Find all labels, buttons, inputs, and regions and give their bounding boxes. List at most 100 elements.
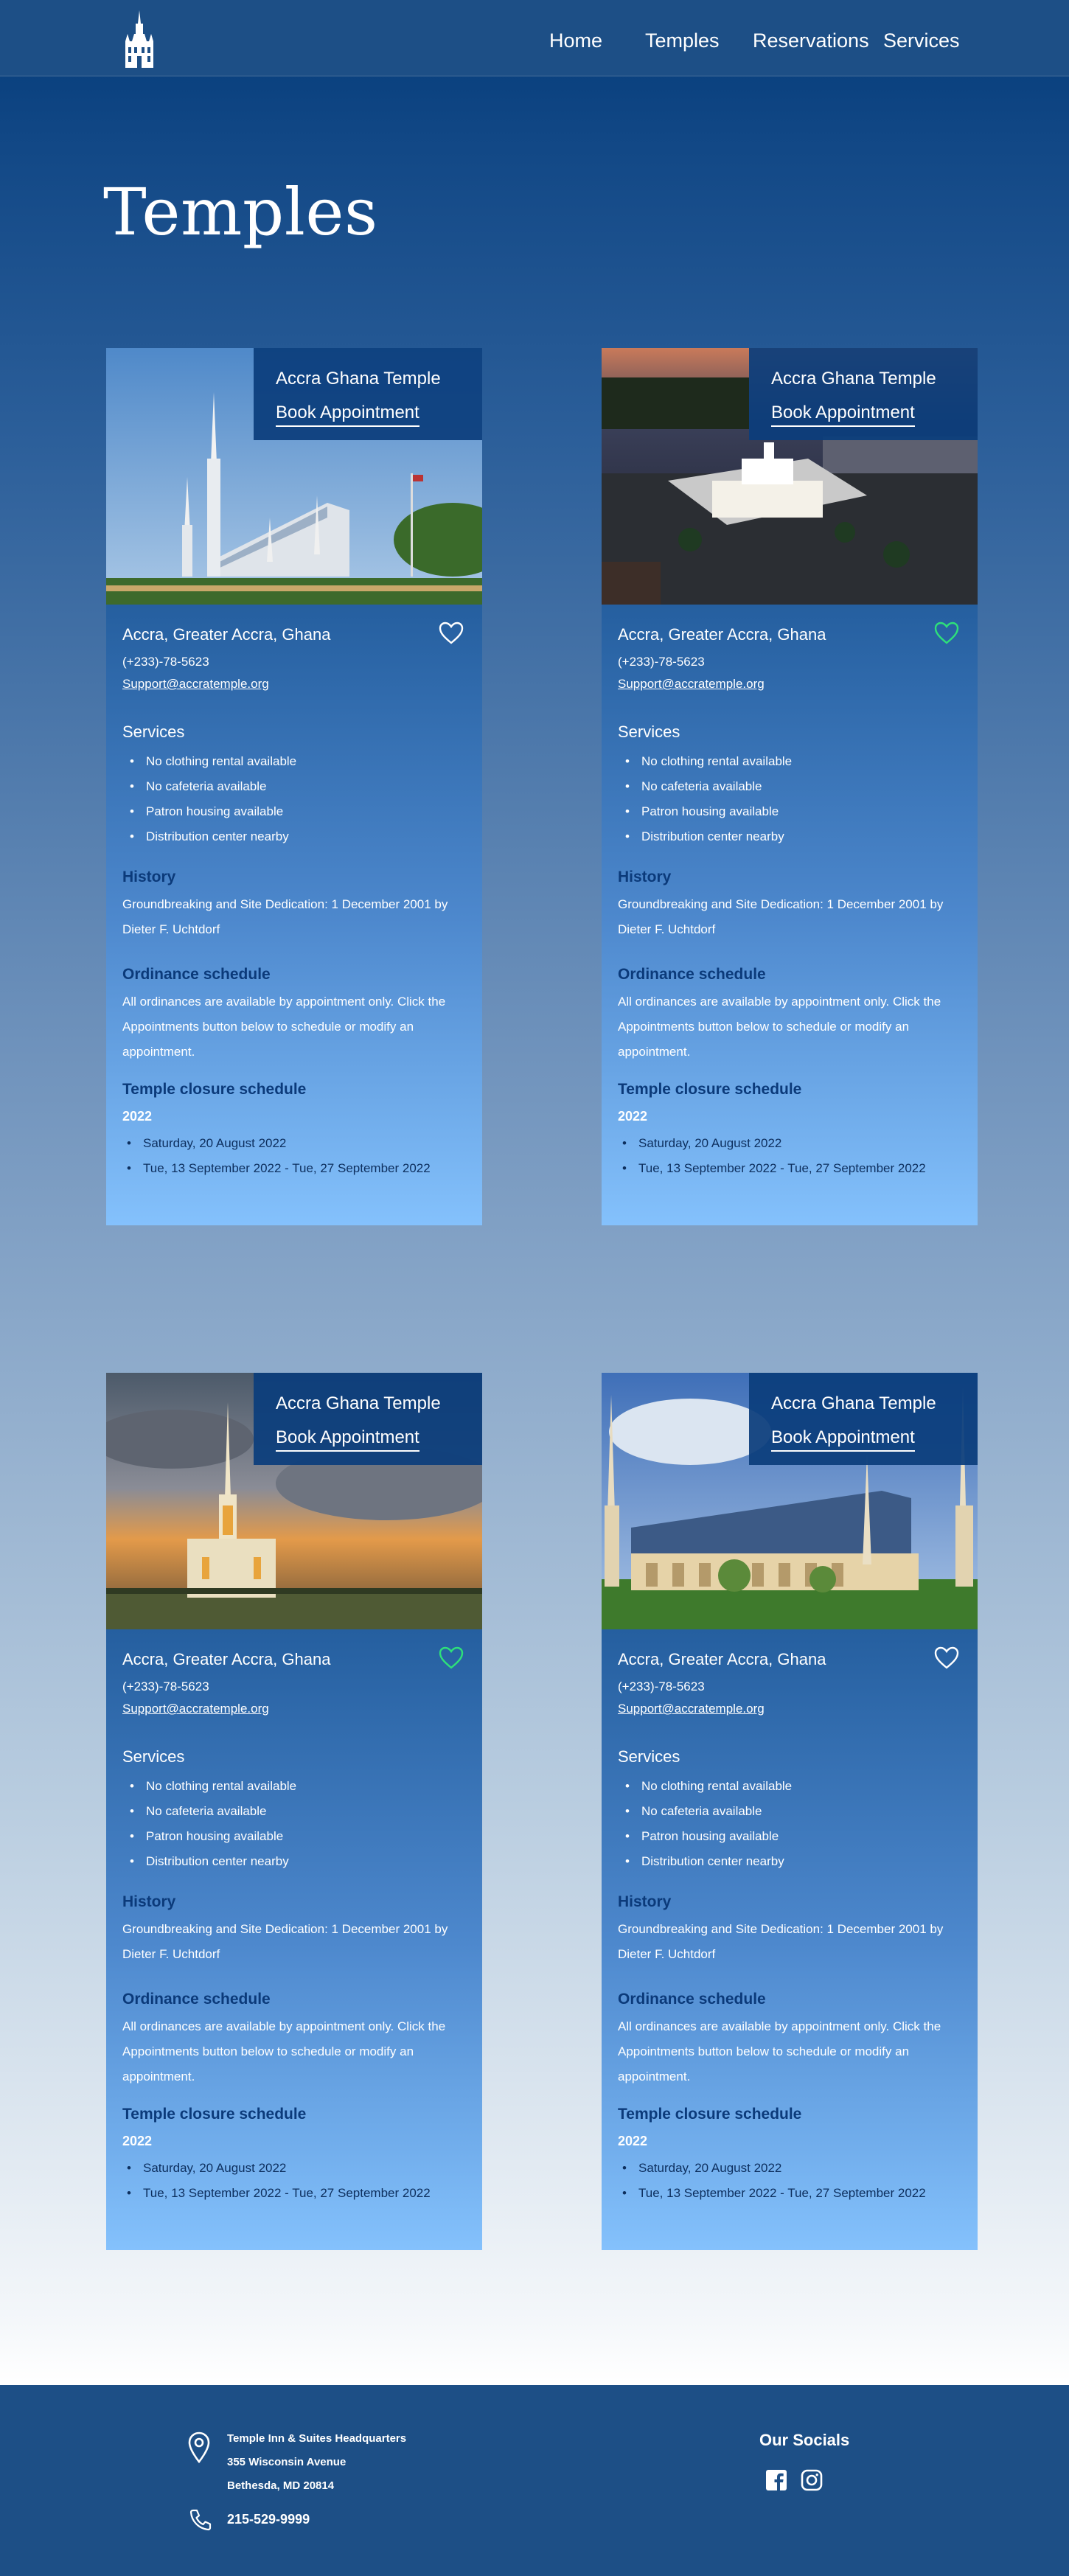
list-item: No cafeteria available bbox=[130, 774, 296, 799]
address-street: 355 Wisconsin Avenue bbox=[227, 2456, 347, 2468]
history-heading: History bbox=[618, 1893, 672, 1910]
card-overlay: Accra Ghana Temple Book Appointment bbox=[749, 348, 978, 440]
socials-heading: Our Socials bbox=[759, 2431, 850, 2449]
temple-email-link[interactable]: Support@accratemple.org bbox=[618, 677, 765, 692]
closure-heading: Temple closure schedule bbox=[618, 1081, 802, 1098]
temple-name: Accra Ghana Temple bbox=[276, 1393, 441, 1413]
nav-temples[interactable]: Temples bbox=[645, 29, 720, 52]
book-appointment-button[interactable]: Book Appointment bbox=[771, 403, 915, 427]
temple-name: Accra Ghana Temple bbox=[771, 1393, 936, 1413]
book-appointment-button[interactable]: Book Appointment bbox=[276, 1427, 419, 1452]
list-item: Saturday, 20 August 2022 bbox=[127, 2156, 431, 2181]
services-heading: Services bbox=[618, 1747, 680, 1766]
ordinance-heading: Ordinance schedule bbox=[618, 966, 766, 983]
ordinance-text: All ordinances are available by appointm… bbox=[618, 995, 941, 1059]
list-item: Distribution center nearby bbox=[625, 824, 792, 849]
temple-card: Accra Ghana Temple Book Appointment Accr… bbox=[602, 348, 978, 1225]
closure-heading: Temple closure schedule bbox=[122, 1081, 307, 1098]
temple-name: Accra Ghana Temple bbox=[276, 369, 441, 389]
history-text: Groundbreaking and Site Dedication: 1 De… bbox=[618, 897, 944, 936]
page-title: Temples bbox=[103, 174, 378, 250]
history-heading: History bbox=[618, 868, 672, 885]
temple-email-link[interactable]: Support@accratemple.org bbox=[122, 1702, 269, 1716]
site-footer: Temple Inn & Suites Headquarters 355 Wis… bbox=[0, 2385, 1069, 2576]
heart-icon[interactable] bbox=[934, 1646, 959, 1669]
list-item: No clothing rental available bbox=[625, 749, 792, 774]
history-text: Groundbreaking and Site Dedication: 1 De… bbox=[618, 1922, 944, 1961]
list-item: Saturday, 20 August 2022 bbox=[622, 1131, 926, 1156]
ordinance-text: All ordinances are available by appointm… bbox=[122, 995, 446, 1059]
closure-heading: Temple closure schedule bbox=[618, 2106, 802, 2123]
history-heading: History bbox=[122, 1893, 176, 1910]
history-text: Groundbreaking and Site Dedication: 1 De… bbox=[122, 1922, 448, 1961]
card-overlay: Accra Ghana Temple Book Appointment bbox=[254, 1373, 482, 1465]
address-name: Temple Inn & Suites Headquarters bbox=[227, 2432, 407, 2445]
card-overlay: Accra Ghana Temple Book Appointment bbox=[254, 348, 482, 440]
services-list: No clothing rental available No cafeteri… bbox=[130, 749, 296, 849]
services-heading: Services bbox=[618, 723, 680, 741]
closure-year: 2022 bbox=[618, 2134, 648, 2148]
list-item: Distribution center nearby bbox=[130, 824, 296, 849]
instagram-icon[interactable] bbox=[800, 2468, 823, 2492]
closure-list: Saturday, 20 August 2022 Tue, 13 Septemb… bbox=[127, 1131, 431, 1181]
list-item: Saturday, 20 August 2022 bbox=[622, 2156, 926, 2181]
list-item: Patron housing available bbox=[625, 799, 792, 824]
ordinance-heading: Ordinance schedule bbox=[122, 1991, 271, 2008]
list-item: No cafeteria available bbox=[625, 1799, 792, 1824]
temple-phone: (+233)-78-5623 bbox=[618, 655, 705, 669]
history-heading: History bbox=[122, 868, 176, 885]
map-pin-icon bbox=[188, 2431, 210, 2463]
list-item: Tue, 13 September 2022 - Tue, 27 Septemb… bbox=[622, 1156, 926, 1181]
temple-location: Accra, Greater Accra, Ghana bbox=[618, 625, 826, 644]
heart-icon[interactable] bbox=[934, 622, 959, 644]
closure-list: Saturday, 20 August 2022 Tue, 13 Septemb… bbox=[622, 1131, 926, 1181]
list-item: Patron housing available bbox=[625, 1824, 792, 1849]
temple-location: Accra, Greater Accra, Ghana bbox=[122, 1650, 331, 1668]
nav-home[interactable]: Home bbox=[549, 29, 602, 52]
list-item: Patron housing available bbox=[130, 1824, 296, 1849]
nav-services[interactable]: Services bbox=[883, 29, 960, 52]
list-item: Patron housing available bbox=[130, 799, 296, 824]
closure-year: 2022 bbox=[122, 2134, 153, 2148]
temple-phone: (+233)-78-5623 bbox=[122, 655, 209, 669]
services-heading: Services bbox=[122, 1747, 185, 1766]
temple-card: Accra Ghana Temple Book Appointment Accr… bbox=[106, 348, 482, 1225]
closure-list: Saturday, 20 August 2022 Tue, 13 Septemb… bbox=[127, 2156, 431, 2206]
ordinance-heading: Ordinance schedule bbox=[618, 1991, 766, 2008]
phone-icon bbox=[189, 2509, 212, 2531]
book-appointment-button[interactable]: Book Appointment bbox=[276, 403, 419, 427]
temple-phone: (+233)-78-5623 bbox=[122, 1679, 209, 1693]
temple-email-link[interactable]: Support@accratemple.org bbox=[618, 1702, 765, 1716]
temple-logo-icon[interactable] bbox=[121, 10, 158, 68]
temple-location: Accra, Greater Accra, Ghana bbox=[618, 1650, 826, 1668]
ordinance-text: All ordinances are available by appointm… bbox=[122, 2019, 446, 2084]
heart-icon[interactable] bbox=[439, 622, 464, 644]
card-overlay: Accra Ghana Temple Book Appointment bbox=[749, 1373, 978, 1465]
book-appointment-button[interactable]: Book Appointment bbox=[771, 1427, 915, 1452]
services-list: No clothing rental available No cafeteri… bbox=[625, 1774, 792, 1874]
ordinance-text: All ordinances are available by appointm… bbox=[618, 2019, 941, 2084]
list-item: No cafeteria available bbox=[625, 774, 792, 799]
list-item: No clothing rental available bbox=[130, 749, 296, 774]
temple-card: Accra Ghana Temple Book Appointment Accr… bbox=[106, 1373, 482, 2250]
list-item: No cafeteria available bbox=[130, 1799, 296, 1824]
footer-phone: 215-529-9999 bbox=[227, 2512, 310, 2527]
temple-email-link[interactable]: Support@accratemple.org bbox=[122, 677, 269, 692]
list-item: No clothing rental available bbox=[130, 1774, 296, 1799]
closure-year: 2022 bbox=[618, 1109, 648, 1124]
list-item: Saturday, 20 August 2022 bbox=[127, 1131, 431, 1156]
list-item: Distribution center nearby bbox=[130, 1849, 296, 1874]
closure-list: Saturday, 20 August 2022 Tue, 13 Septemb… bbox=[622, 2156, 926, 2206]
facebook-icon[interactable] bbox=[765, 2468, 788, 2492]
list-item: No clothing rental available bbox=[625, 1774, 792, 1799]
heart-icon[interactable] bbox=[439, 1646, 464, 1669]
nav-reservations[interactable]: Reservations bbox=[753, 29, 869, 52]
services-heading: Services bbox=[122, 723, 185, 741]
temple-card: Accra Ghana Temple Book Appointment Accr… bbox=[602, 1373, 978, 2250]
history-text: Groundbreaking and Site Dedication: 1 De… bbox=[122, 897, 448, 936]
top-navbar: Home Temples Reservations Services bbox=[0, 0, 1069, 77]
list-item: Tue, 13 September 2022 - Tue, 27 Septemb… bbox=[622, 2181, 926, 2206]
services-list: No clothing rental available No cafeteri… bbox=[625, 749, 792, 849]
list-item: Tue, 13 September 2022 - Tue, 27 Septemb… bbox=[127, 2181, 431, 2206]
temple-location: Accra, Greater Accra, Ghana bbox=[122, 625, 331, 644]
